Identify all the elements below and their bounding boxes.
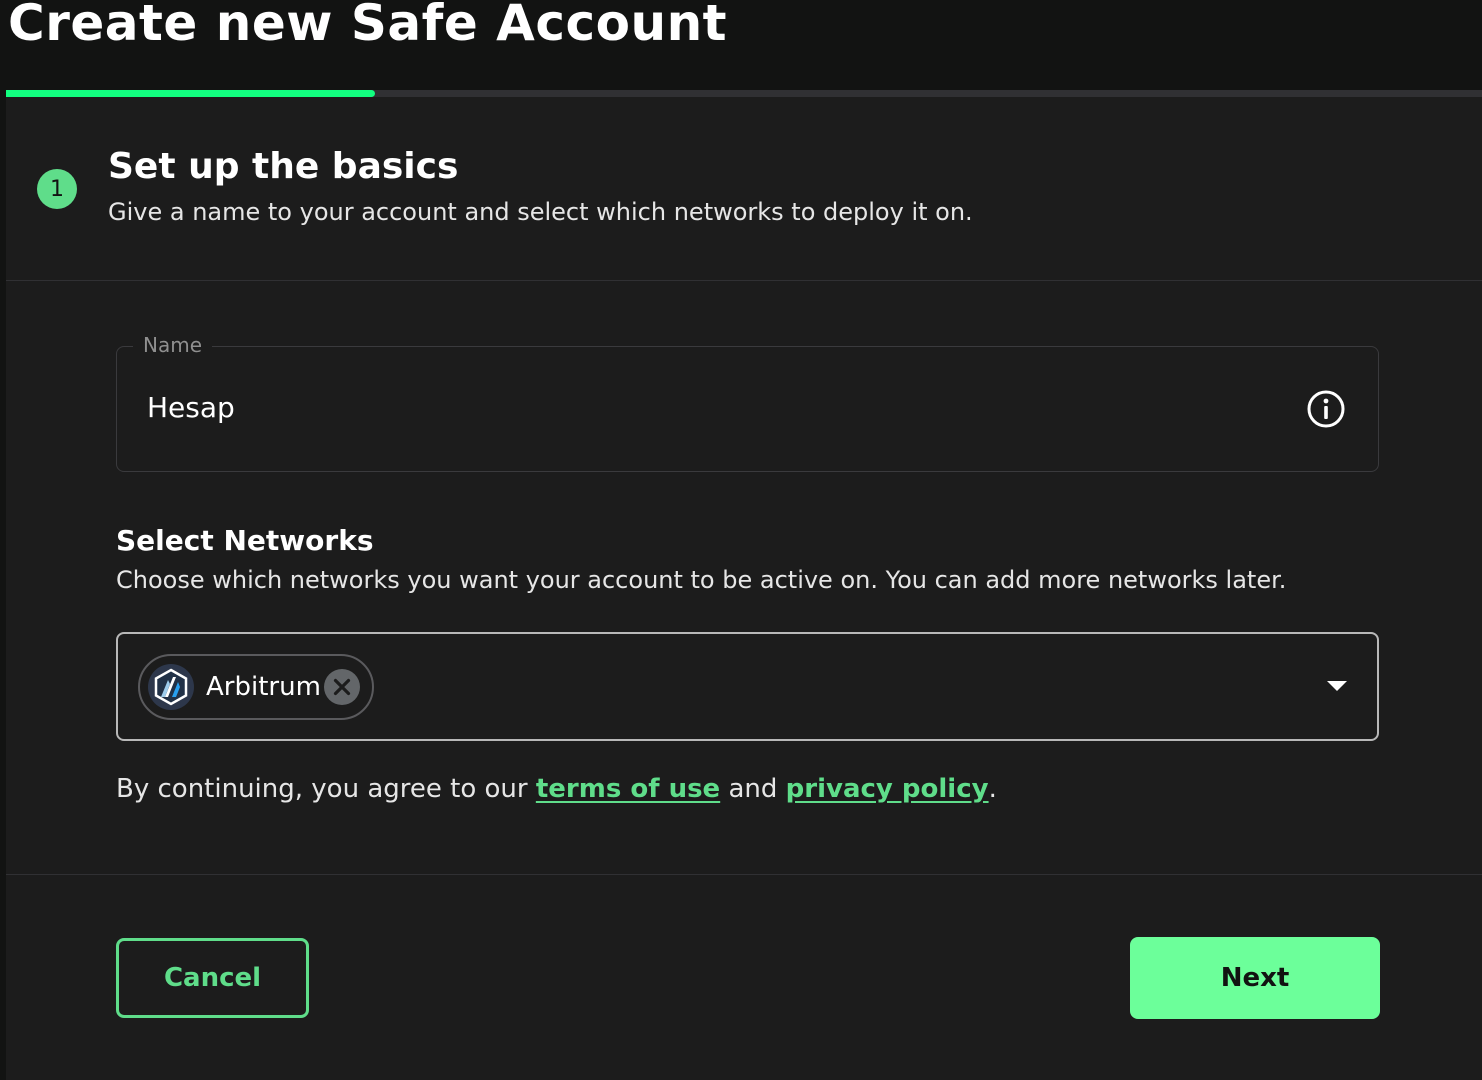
name-field[interactable]: Name Hesap [116,333,1379,472]
name-input-value[interactable]: Hesap [147,391,235,424]
remove-network-icon[interactable] [324,669,360,705]
terms-notice: By continuing, you agree to our terms of… [116,774,997,804]
step-subtitle: Give a name to your account and select w… [108,198,973,226]
cancel-button[interactable]: Cancel [116,938,309,1018]
network-chip-label: Arbitrum [206,672,321,702]
divider-bottom [6,874,1482,875]
name-field-label: Name [133,333,213,357]
step-title: Set up the basics [108,146,459,187]
network-chip-arbitrum: Arbitrum [138,654,374,720]
progress-bar-fill [6,90,375,97]
terms-middle: and [720,774,786,804]
privacy-policy-link[interactable]: privacy policy [786,774,989,804]
select-networks-description: Choose which networks you want your acco… [116,566,1287,594]
step-number-badge: 1 [37,169,77,209]
terms-of-use-link[interactable]: terms of use [536,774,720,804]
page-title: Create new Safe Account [8,0,728,52]
terms-suffix: . [988,774,997,804]
page-header: Create new Safe Account [0,0,1482,96]
select-networks-title: Select Networks [116,524,374,557]
divider-top [6,280,1482,281]
next-button[interactable]: Next [1130,937,1380,1019]
create-account-card: 1 Set up the basics Give a name to your … [6,90,1482,1080]
terms-prefix: By continuing, you agree to our [116,774,536,804]
arbitrum-logo-icon [148,664,194,710]
chevron-down-icon[interactable] [1325,678,1349,694]
progress-bar [6,90,1482,97]
info-icon[interactable] [1306,389,1346,429]
network-select[interactable]: Arbitrum [116,632,1379,741]
